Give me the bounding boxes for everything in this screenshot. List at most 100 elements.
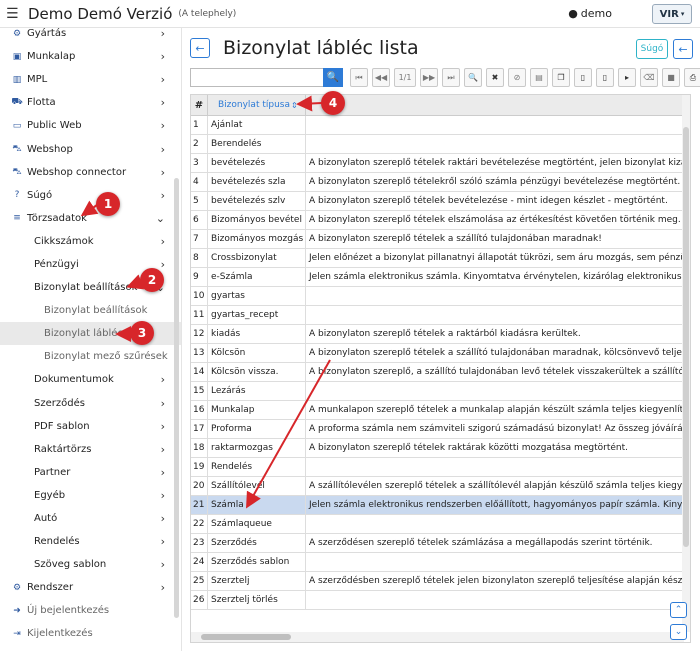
sidebar-item-kijelentkezes[interactable]: ⇥ Kijelentkezés bbox=[0, 622, 181, 645]
document-check-icon[interactable]: ▯ bbox=[596, 68, 614, 87]
table-row[interactable]: 2 Berendelés bbox=[191, 135, 684, 154]
sidebar-item-gyartas[interactable]: ⚙ Gyártás › bbox=[0, 28, 181, 45]
table-row[interactable]: 21 Számla Jelen számla elektronikus rendsz… bbox=[191, 496, 684, 515]
sidebar-item-label: Cikkszámok bbox=[34, 235, 94, 247]
grid-horizontal-scrollbar[interactable] bbox=[191, 632, 684, 642]
help-button[interactable]: Súgó bbox=[636, 39, 668, 59]
next-page-button[interactable]: ▶▶ bbox=[420, 68, 438, 87]
sidebar-item-rendszer[interactable]: ⚙ Rendszer › bbox=[0, 576, 181, 599]
table-row[interactable]: 16 Munkalap A munkalapon szereplő tételek … bbox=[191, 401, 684, 420]
sidebar-item-webshop[interactable]: ⛍ Webshop › bbox=[0, 137, 181, 160]
sidebar-item-partner[interactable]: Partner › bbox=[0, 461, 181, 484]
cell-footer-text: A bizonylaton szereplő tételekről szóló … bbox=[309, 177, 681, 187]
sidebar-item-auto[interactable]: Autó › bbox=[0, 507, 181, 530]
backspace-icon[interactable]: ⌫ bbox=[640, 68, 658, 87]
question-icon: ? bbox=[14, 190, 20, 201]
sidebar-item-egyeb[interactable]: Egyéb › bbox=[0, 484, 181, 507]
cell-type: Kölcsön bbox=[208, 344, 306, 362]
table-row[interactable]: 1 Ajánlat bbox=[191, 116, 684, 135]
zoom-icon[interactable]: 🔍 bbox=[464, 68, 482, 87]
table-row[interactable]: 20 Szállítólevél A szállítólevélen szerepl… bbox=[191, 477, 684, 496]
cell-footer-text: Jelen számla elektronikus rendszerben el… bbox=[309, 500, 684, 510]
sidebar-item-label: Szerződés bbox=[34, 397, 85, 409]
grid-horizontal-thumb[interactable] bbox=[201, 634, 291, 640]
table-row[interactable]: 24 Szerződés sablon bbox=[191, 553, 684, 572]
sidebar-item-bizonylat-beallitasok[interactable]: Bizonylat beállítások bbox=[0, 299, 181, 322]
cell-footer-text: A szállítólevélen szereplő tételek a szá… bbox=[309, 481, 684, 491]
user-menu[interactable]: ● demo bbox=[568, 7, 612, 20]
chevron-right-icon: › bbox=[160, 142, 165, 156]
sidebar-item-label: Rendszer bbox=[27, 582, 74, 594]
hamburger-menu-icon[interactable]: ☰ bbox=[6, 6, 26, 22]
copy-icon[interactable]: ❐ bbox=[552, 68, 570, 87]
table-row[interactable]: 17 Proforma A proforma számla nem számvite… bbox=[191, 420, 684, 439]
back-button-right[interactable]: ← bbox=[673, 39, 693, 59]
grid-vertical-scrollbar[interactable] bbox=[682, 95, 690, 632]
table-row[interactable]: 15 Lezárás bbox=[191, 382, 684, 401]
tools-icon[interactable]: ✖ bbox=[486, 68, 504, 87]
sidebar-item-sugo[interactable]: ? Súgó › bbox=[0, 184, 181, 207]
search-input[interactable] bbox=[190, 68, 323, 87]
page-title: Bizonylat lábléc lista bbox=[223, 37, 419, 59]
column-header-type[interactable]: Bizonylat típusa ⇕ bbox=[208, 95, 306, 115]
document-export-icon[interactable]: ▸ bbox=[618, 68, 636, 87]
table-row[interactable]: 23 Szerződés A szerződésen szereplő tétele… bbox=[191, 534, 684, 553]
table-row[interactable]: 7 Bizományos mozgás A bizonylaton szereplő… bbox=[191, 230, 684, 249]
table-row[interactable]: 4 bevételezés szla A bizonylaton szereplő … bbox=[191, 173, 684, 192]
table-row[interactable]: 13 Kölcsön A bizonylaton szereplő tételek … bbox=[191, 344, 684, 363]
table-row[interactable]: 18 raktarmozgas A bizonylaton szereplő tét… bbox=[191, 439, 684, 458]
sidebar-scrollbar[interactable] bbox=[174, 178, 179, 618]
document-icon[interactable]: ▯ bbox=[574, 68, 592, 87]
list-icon[interactable]: ▤ bbox=[530, 68, 548, 87]
prev-page-button[interactable]: ◀◀ bbox=[372, 68, 390, 87]
scroll-top-button[interactable]: ⌃ bbox=[670, 602, 687, 618]
scroll-bottom-button[interactable]: ⌄ bbox=[670, 624, 687, 640]
sidebar-item-raktartorzs[interactable]: Raktártörzs › bbox=[0, 438, 181, 461]
print-icon[interactable]: ⎙ bbox=[684, 68, 700, 87]
sidebar-item-mpl[interactable]: ▥ MPL › bbox=[0, 68, 181, 91]
sidebar-item-szoveg-sablon[interactable]: Szöveg sablon › bbox=[0, 553, 181, 576]
sidebar-item-cikkszamok[interactable]: Cikkszámok › bbox=[0, 230, 181, 253]
sidebar-item-label: Bizonylat beállítások bbox=[44, 305, 148, 317]
sidebar-item-dokumentumok[interactable]: Dokumentumok › bbox=[0, 368, 181, 391]
last-page-button[interactable]: ⏭ bbox=[442, 68, 460, 87]
table-row[interactable]: 14 Kölcsön vissza. A bizonylaton szereplő,… bbox=[191, 363, 684, 382]
sidebar-item-munkalap[interactable]: ▣ Munkalap › bbox=[0, 45, 181, 68]
table-row[interactable]: 25 Szerztelj A szerződésben szereplő tétel… bbox=[191, 572, 684, 591]
sidebar-item-torzsadatok[interactable]: ≡ Törzsadatok ⌄ bbox=[0, 207, 181, 230]
table-row[interactable]: 9 e-Számla Jelen számla elektronikus száml… bbox=[191, 268, 684, 287]
table-row[interactable]: 3 bevételezés A bizonylaton szereplő tétel… bbox=[191, 154, 684, 173]
table-row[interactable]: 22 Számlaqueue bbox=[191, 515, 684, 534]
sidebar-item-flotta[interactable]: ⛟ Flotta › bbox=[0, 91, 181, 114]
chevron-right-icon: › bbox=[160, 119, 165, 133]
table-row[interactable]: 12 kiadás A bizonylaton szereplő tételek a… bbox=[191, 325, 684, 344]
row-number: 22 bbox=[191, 515, 208, 533]
vir-logo[interactable]: VIR ▾ bbox=[652, 4, 692, 24]
table-row[interactable]: 8 Crossbizonylat Jelen előnézet a bizonyla… bbox=[191, 249, 684, 268]
sidebar-item-webshop-connector[interactable]: ⛍ Webshop connector › bbox=[0, 161, 181, 184]
table-row[interactable]: 5 bevételezés szlv A bizonylaton szereplő … bbox=[191, 192, 684, 211]
sidebar-item-public-web[interactable]: ▭ Public Web › bbox=[0, 114, 181, 137]
stop-icon[interactable]: ■ bbox=[662, 68, 680, 87]
table-row[interactable]: 19 Rendelés bbox=[191, 458, 684, 477]
sort-icon[interactable]: ⇕ bbox=[291, 101, 298, 110]
table-row[interactable]: 26 Szerztelj törlés bbox=[191, 591, 684, 610]
sidebar-item-uj-bejelentkezes[interactable]: ➜ Új bejelentkezés bbox=[0, 599, 181, 622]
cell-footer-text: Jelen előnézet a bizonylat pillanatnyi á… bbox=[309, 253, 684, 263]
table-row[interactable]: 6 Bizományos bevétel A bizonylaton szerepl… bbox=[191, 211, 684, 230]
sidebar-item-szerzodes[interactable]: Szerződés › bbox=[0, 392, 181, 415]
sidebar-item-bizonylat-mezo-szuresek[interactable]: Bizonylat mező szűrések bbox=[0, 345, 181, 368]
cell-footer-text bbox=[306, 382, 684, 400]
table-row[interactable]: 10 gyartas bbox=[191, 287, 684, 306]
disabled-icon[interactable]: ⊘ bbox=[508, 68, 526, 87]
grid-vertical-thumb[interactable] bbox=[683, 127, 689, 547]
table-row[interactable]: 11 gyartas_recept bbox=[191, 306, 684, 325]
search-button[interactable]: 🔍 bbox=[323, 68, 343, 87]
cell-type: bevételezés szla bbox=[208, 173, 306, 191]
back-button[interactable]: ← bbox=[190, 38, 210, 58]
row-number: 21 bbox=[191, 496, 208, 514]
sidebar-item-pdf-sablon[interactable]: PDF sablon › bbox=[0, 415, 181, 438]
cell-footer-text bbox=[306, 591, 684, 609]
first-page-button[interactable]: ⏮ bbox=[350, 68, 368, 87]
sidebar-item-rendeles[interactable]: Rendelés › bbox=[0, 530, 181, 553]
